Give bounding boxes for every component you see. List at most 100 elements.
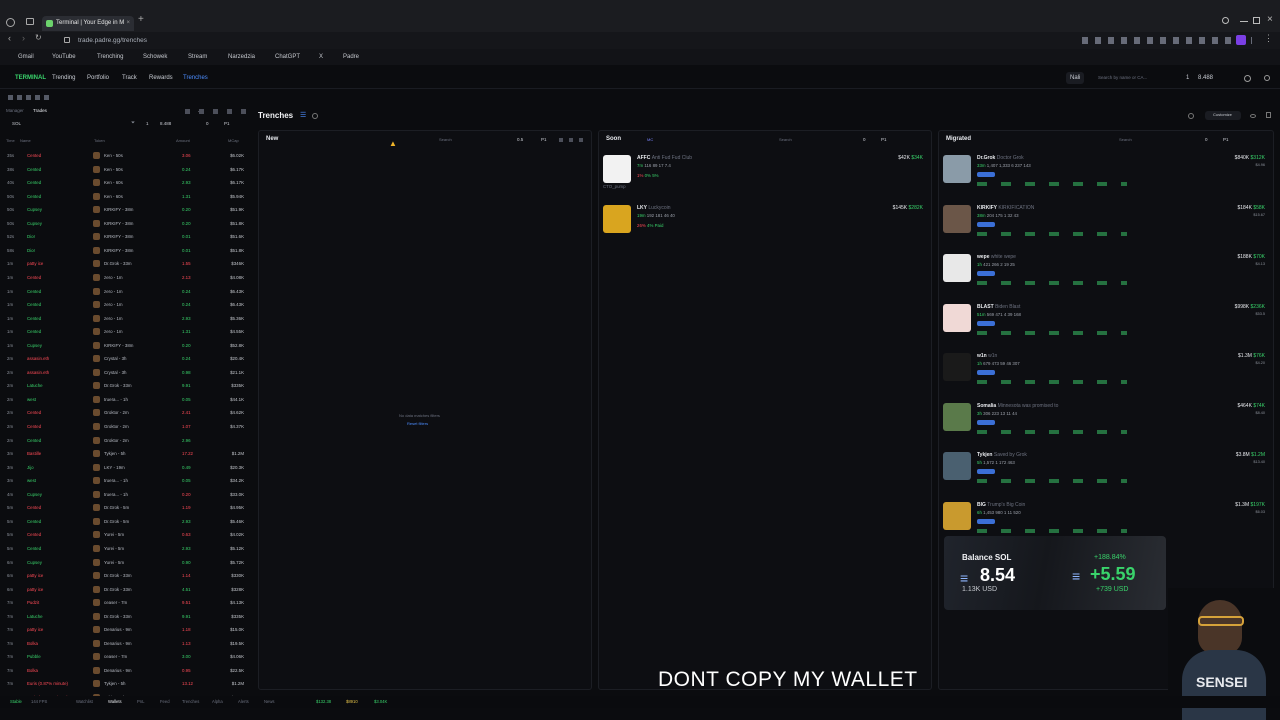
trader-name[interactable]: Cented — [27, 434, 41, 447]
table-row[interactable]: 1m patty ice Dr.Grok - 33m 1.55 $346K — [0, 257, 252, 270]
token-name[interactable]: Groktor - 2m — [104, 434, 129, 447]
token-name[interactable]: KIRKIFY - 38m — [104, 217, 133, 230]
token-name[interactable]: KIRKIFY - 38m — [104, 244, 133, 257]
close-tab-icon[interactable]: × — [126, 16, 130, 31]
trader-name[interactable]: Cented — [27, 528, 41, 541]
token-name[interactable]: Ken - 50s — [104, 149, 123, 162]
nav-trenches[interactable]: Trenches — [183, 70, 208, 86]
token-name[interactable]: Denarius - 9m — [104, 623, 132, 636]
table-row[interactable]: 5m Cented Yurei - 5m 2.93 $5.12K — [0, 542, 252, 555]
token-name[interactable]: Dr.Grok - 5m — [104, 515, 129, 528]
status-wallets[interactable]: Wallets — [108, 696, 122, 708]
trader-name[interactable]: Cented — [27, 542, 41, 555]
token-card[interactable]: Somalia Minnesota was promised to 3h 306 … — [943, 402, 1271, 451]
trader-name[interactable]: Cented — [27, 406, 41, 419]
profile-icon[interactable] — [1236, 35, 1246, 45]
trader-name[interactable]: Pubble — [27, 650, 41, 663]
table-row[interactable]: 6m Cupsey Yurei - 5m 0.90 $5.72K — [0, 556, 252, 569]
table-row[interactable]: 1m Cented zero - 1m 0.24 $6.43K — [0, 285, 252, 298]
wallet-selector[interactable]: Nali — [1066, 72, 1085, 84]
token-name[interactable]: Crystal - 3h — [104, 352, 126, 365]
token-card[interactable]: w1n w1n 1h 679 473 59 46 307 $1.3M $76K $4.… — [943, 353, 1271, 401]
preset-selector[interactable]: P1 — [224, 121, 230, 126]
bookmark-schowek[interactable]: Schowek — [143, 49, 167, 65]
token-card[interactable]: Dr.Grok Doctor Grok 33m 1,407 1,333 6 237… — [943, 155, 1271, 203]
token-name[interactable]: Tykjen - 5h — [104, 447, 125, 460]
trader-name[interactable]: patty ice — [27, 569, 43, 582]
trader-name[interactable]: Pudzit — [27, 596, 39, 609]
table-row[interactable]: 2m Latuche Dr.Grok - 33m 9.91 $335K — [0, 379, 252, 392]
trader-name[interactable]: patty ice — [27, 623, 43, 636]
table-row[interactable]: 3m Jijo LKY - 19m 0.49 $20.3K — [0, 461, 252, 474]
trader-name[interactable]: Latuche — [27, 379, 43, 392]
migrated-filter-value[interactable]: 0 — [1205, 137, 1208, 142]
table-row[interactable]: 1m Cented zero - 1m 1.31 $4.55K — [0, 325, 252, 338]
token-name[interactable]: ceaser - 7m — [104, 650, 127, 663]
token-name[interactable]: zero - 1m — [104, 325, 123, 338]
table-row[interactable]: 50s Cented Ken - 60s 1.31 $5.94K — [0, 190, 252, 203]
token-name[interactable]: Yurei - 5m — [104, 556, 124, 569]
tab-list-icon[interactable] — [26, 18, 34, 25]
trader-name[interactable]: Cented — [27, 176, 41, 189]
trader-name[interactable]: patty ice — [27, 583, 43, 596]
forward-icon[interactable]: › — [22, 33, 25, 43]
search-tabs-icon[interactable] — [1222, 17, 1229, 24]
maximize-icon[interactable] — [1253, 17, 1260, 24]
status-trenches[interactable]: Trenches — [182, 696, 199, 708]
soon-filter-value[interactable]: 0 — [863, 137, 866, 142]
table-row[interactable]: 52s Dior KIRKIFY - 38m 0.01 $51.6K — [0, 230, 252, 243]
trader-name[interactable]: Dior — [27, 230, 35, 243]
filter-value[interactable]: 8.488 — [160, 121, 171, 126]
new-column-icons[interactable] — [559, 138, 587, 142]
trader-name[interactable]: Jijo — [27, 461, 34, 474]
token-name[interactable]: zero - 1m — [104, 285, 123, 298]
table-row[interactable]: 40s Cented Ken - 60s 2.93 $6.17K — [0, 176, 252, 189]
token-name[interactable]: truera... - 1h — [104, 474, 128, 487]
table-row[interactable]: 7m Pubble ceaser - 7m 3.00 $4.06K — [0, 650, 252, 663]
trader-name[interactable]: Cented — [27, 149, 41, 162]
bookmark-youtube[interactable]: YouTube — [52, 49, 76, 65]
token-name[interactable]: Ken - 60s — [104, 176, 123, 189]
url-field[interactable]: trade.padre.gg/trenches — [78, 34, 147, 47]
table-row[interactable]: 7m patty ice Denarius - 9m 1.18 $15.0K — [0, 623, 252, 636]
filter-zero[interactable]: 0 — [206, 121, 209, 126]
filter-icon[interactable]: ⏷ — [131, 120, 135, 126]
eye-icon[interactable] — [1250, 114, 1256, 118]
token-name[interactable]: Dr.Grok - 33m — [104, 379, 132, 392]
toolbar-icons-left[interactable] — [8, 95, 50, 100]
token-name[interactable]: Dr.Grok - 33m — [104, 257, 132, 270]
table-row[interactable]: 1m Cented zero - 1m 2.13 $4.08K — [0, 271, 252, 284]
nav-rewards[interactable]: Rewards — [149, 70, 173, 86]
tab-manager[interactable]: Manager — [6, 108, 24, 113]
bookmark-gmail[interactable]: Gmail — [18, 49, 34, 65]
table-row[interactable]: 35s Cented Ken - 50s 3.06 $6.02K — [0, 149, 252, 162]
token-name[interactable]: truera... - 1h — [104, 393, 128, 406]
settings-icon[interactable] — [1244, 75, 1251, 82]
new-preset[interactable]: P1 — [541, 137, 547, 142]
token-name[interactable]: Denarius - 9m — [104, 637, 132, 650]
browser-menu-icon[interactable] — [6, 18, 15, 27]
table-row[interactable]: 58s Dior KIRKIFY - 38m 0.01 $51.8K — [0, 244, 252, 257]
trader-name[interactable]: Euris (0.87% minute) — [27, 677, 68, 690]
trader-name[interactable]: Cented — [27, 420, 41, 433]
status-feed[interactable]: Feed — [160, 696, 170, 708]
token-name[interactable]: Dr.Grok - 33m — [104, 610, 132, 623]
table-row[interactable]: 38s Cented Ken - 50s 0.24 $6.17K — [0, 163, 252, 176]
reset-filters-button[interactable]: Reset filters — [407, 421, 428, 426]
token-name[interactable]: Groktor - 2m — [104, 420, 129, 433]
brand-logo[interactable]: TERMINAL — [15, 70, 46, 86]
token-name[interactable]: KIRKIFY - 38m — [104, 339, 133, 352]
browser-tab-active[interactable]: Terminal | Your Edge in M × — [42, 16, 134, 31]
token-card[interactable]: Tykjen Saved by Grok 5h 1,572 1 172 463 $3… — [943, 452, 1271, 500]
token-name[interactable]: Dr.Grok - 33m — [104, 583, 132, 596]
token-card[interactable]: BLAST Biden Blast 51m 569 471 4 39 168 $99… — [943, 303, 1271, 352]
token-name[interactable]: truera... - 1h — [104, 488, 128, 501]
nav-track[interactable]: Track — [122, 70, 137, 86]
token-name[interactable]: Dr.Grok - 5m — [104, 501, 129, 514]
trader-name[interactable]: Cupsey — [27, 217, 42, 230]
trader-name[interactable]: assasin.eth — [27, 352, 49, 365]
trader-name[interactable]: Dior — [27, 244, 35, 257]
token-name[interactable]: zero - 1m — [104, 271, 123, 284]
table-row[interactable]: 2m Cented Groktor - 2m 1.07 $4.37K — [0, 420, 252, 433]
global-search-input[interactable]: Search by name or CA... — [1098, 70, 1147, 86]
